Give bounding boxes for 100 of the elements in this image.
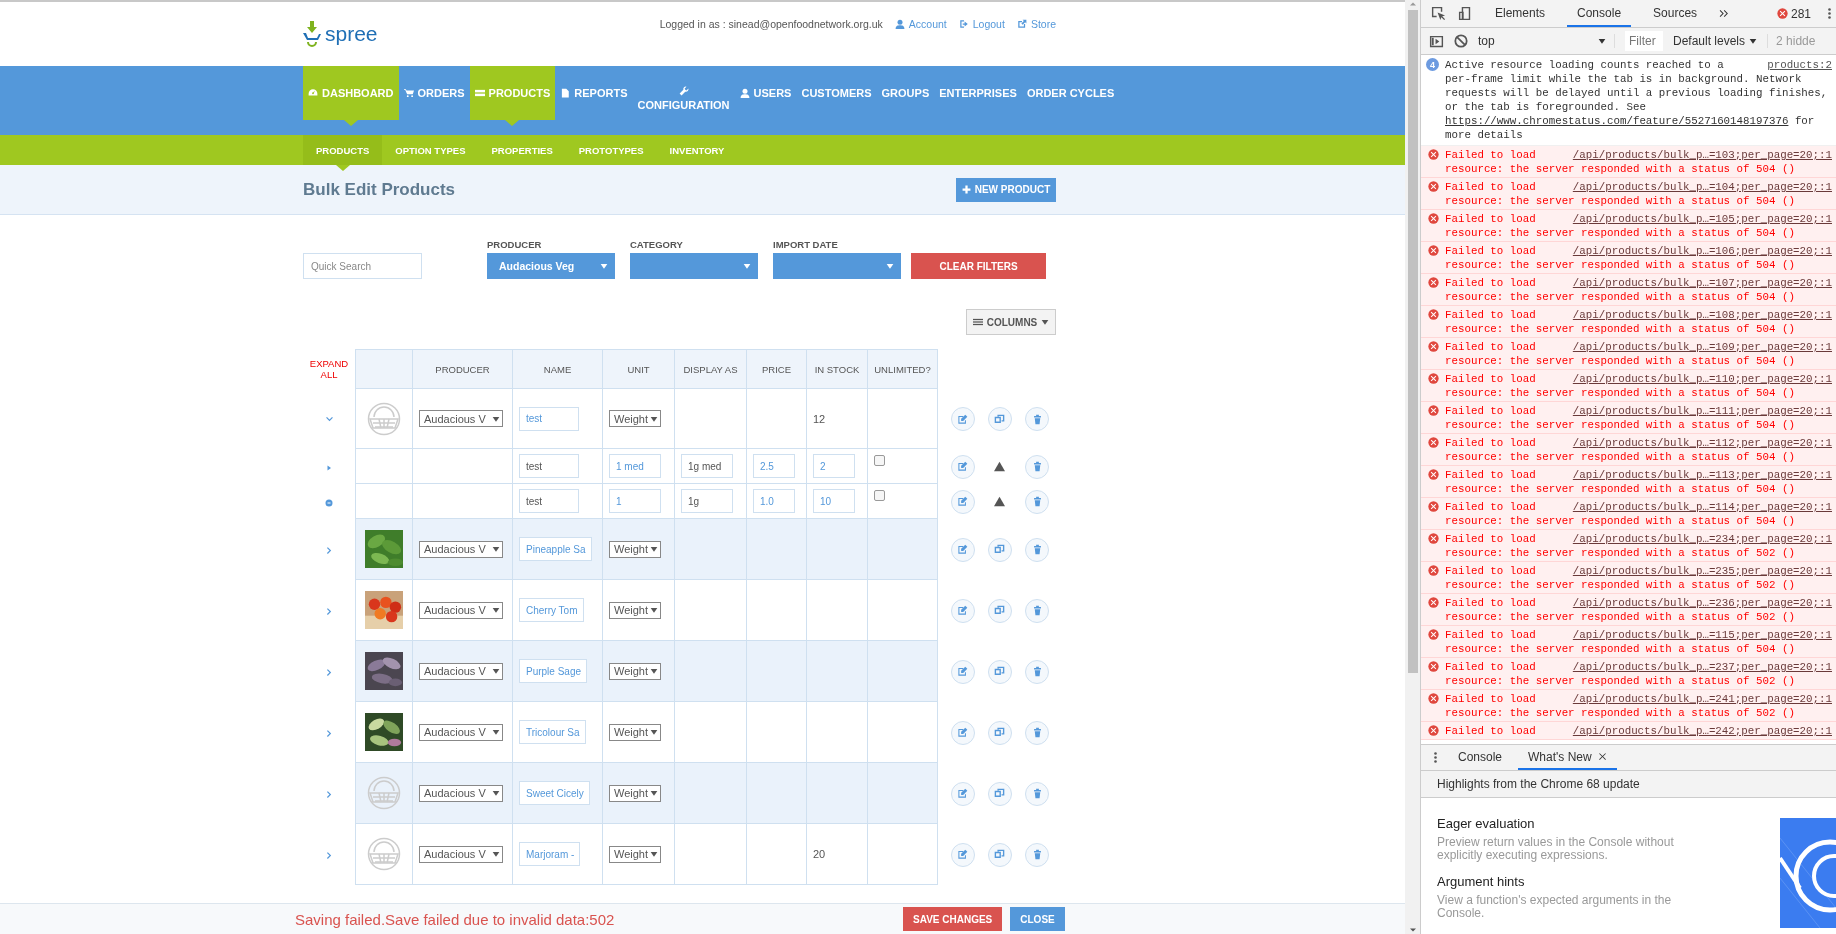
table-cell	[807, 641, 868, 702]
source-link[interactable]: /api/products/bulk_p…=108;per_page=20;:1	[1572, 308, 1832, 322]
unit-select[interactable]: Weight	[609, 662, 662, 680]
clone-button[interactable]	[988, 537, 1012, 562]
source-link[interactable]: /api/products/bulk_p…=105;per_page=20;:1	[1572, 212, 1832, 226]
delete-button[interactable]	[1025, 720, 1050, 745]
source-link[interactable]: /api/products/bulk_p…=109;per_page=20;:1	[1572, 340, 1832, 354]
source-link[interactable]: /api/products/bulk_p…=115;per_page=20;:1	[1572, 628, 1832, 642]
trash-icon	[1031, 849, 1043, 860]
source-link[interactable]: /api/products/bulk_p…=103;per_page=20;:1	[1572, 148, 1832, 162]
close-icon	[1597, 752, 1607, 761]
save-changes-button[interactable]: SAVE CHANGES	[903, 907, 1003, 931]
error-count[interactable]: 281	[1776, 6, 1811, 21]
logo-text: spree	[325, 22, 378, 46]
display-as-field[interactable]: 1g med	[681, 454, 733, 478]
clone-button[interactable]	[988, 720, 1012, 745]
devtools-tab[interactable]: Elements	[1485, 0, 1556, 27]
delete-button[interactable]	[1025, 537, 1050, 562]
unlimited-checkbox[interactable]	[874, 454, 885, 466]
clone-button[interactable]	[988, 781, 1012, 806]
edit-icon	[957, 544, 969, 555]
source-link[interactable]: /api/products/bulk_p…=106;per_page=20;:1	[1572, 244, 1832, 258]
producer-select[interactable]: Audacious V	[419, 662, 503, 680]
search-field[interactable]: Quick Search	[303, 253, 422, 279]
producer-select[interactable]: Audacious V	[419, 845, 503, 863]
delete-button[interactable]	[1025, 454, 1050, 479]
delete-button[interactable]	[1025, 407, 1050, 431]
devtools-tab[interactable]: Sources	[1643, 0, 1708, 27]
producer-select[interactable]: Audacious V	[419, 410, 503, 427]
unit-select[interactable]: Weight	[609, 410, 662, 427]
caret-icon	[650, 414, 659, 423]
edit-button[interactable]	[950, 407, 975, 431]
error-icon	[1428, 373, 1439, 384]
source-link[interactable]: /api/products/bulk_p…=242;per_page=20;:1	[1572, 724, 1832, 738]
unit-select[interactable]: Weight	[609, 601, 662, 619]
source-link[interactable]: /api/products/bulk_p…=111;per_page=20;:1	[1572, 404, 1832, 418]
clone-button[interactable]	[988, 842, 1012, 867]
clone-button[interactable]	[988, 659, 1012, 684]
columns-button[interactable]: COLUMNS	[966, 309, 1056, 335]
source-link[interactable]: /api/products/bulk_p…=113;per_page=20;:1	[1572, 468, 1832, 482]
context-select[interactable]: top	[1478, 34, 1615, 48]
edit-button[interactable]	[950, 489, 975, 514]
delete-button[interactable]	[1025, 598, 1050, 623]
producer-select[interactable]: Audacious V	[419, 723, 503, 741]
delete-button[interactable]	[1025, 659, 1050, 684]
drawer-tab[interactable]: Console	[1448, 745, 1513, 770]
unit-select[interactable]: Weight	[609, 540, 662, 558]
error-icon	[1428, 565, 1439, 576]
source-link[interactable]: /api/products/bulk_p…=237;per_page=20;:1	[1572, 660, 1832, 674]
unit-select[interactable]: Weight	[609, 845, 662, 863]
clear-filters-button[interactable]: CLEAR FILTERS	[911, 253, 1046, 279]
source-link[interactable]: /api/products/bulk_p…=114;per_page=20;:1	[1572, 500, 1832, 514]
console-message: Failed to load	[1445, 532, 1536, 546]
console-message: resource: the server responded with a status of 502 ()	[1445, 546, 1796, 560]
unlimited-checkbox[interactable]	[874, 489, 885, 501]
error-icon	[1428, 661, 1439, 672]
edit-button[interactable]	[950, 842, 975, 867]
source-link[interactable]: /api/products/bulk_p…=234;per_page=20;:1	[1572, 532, 1832, 546]
delete-button[interactable]	[1025, 489, 1050, 514]
delete-button[interactable]	[1025, 781, 1050, 806]
producer-select[interactable]: Audacious V	[419, 540, 503, 558]
levels-dropdown[interactable]: Default levels	[1673, 34, 1758, 48]
source-link[interactable]: /api/products/bulk_p…=107;per_page=20;:1	[1572, 276, 1832, 290]
more-tabs-icon	[1719, 8, 1731, 19]
clone-icon	[994, 605, 1006, 616]
source-link[interactable]: /api/products/bulk_p…=236;per_page=20;:1	[1572, 596, 1832, 610]
delete-button[interactable]	[1025, 842, 1050, 867]
clone-icon	[994, 544, 1006, 555]
edit-button[interactable]	[950, 454, 975, 479]
edit-button[interactable]	[950, 598, 975, 623]
url-link[interactable]: https://www.chromestatus.com/feature/5527160148197376	[1445, 115, 1789, 127]
source-link[interactable]: products:2	[1767, 58, 1832, 72]
unit-select[interactable]: Weight	[609, 723, 662, 741]
clone-icon	[994, 849, 1006, 860]
edit-button[interactable]	[950, 537, 975, 562]
source-link[interactable]: /api/products/bulk_p…=241;per_page=20;:1	[1572, 692, 1832, 706]
console-message: Failed to load	[1445, 404, 1536, 418]
edit-button[interactable]	[950, 720, 975, 745]
name-field[interactable]: test	[519, 454, 579, 478]
console-message: Failed to load	[1445, 372, 1536, 386]
filter-field[interactable]: Filter	[1625, 31, 1663, 51]
source-link[interactable]: /api/products/bulk_p…=104;per_page=20;:1	[1572, 180, 1832, 194]
producer-select[interactable]: Audacious V	[419, 601, 503, 619]
name-field[interactable]: test	[519, 489, 579, 513]
error-icon	[1428, 597, 1439, 608]
source-link[interactable]: /api/products/bulk_p…=112;per_page=20;:1	[1572, 436, 1832, 450]
clone-button[interactable]	[988, 598, 1012, 623]
console-message: Failed to load	[1445, 596, 1536, 610]
unit-select[interactable]: Weight	[609, 784, 662, 802]
expand-all-link[interactable]: EXPAND ALL	[309, 358, 349, 380]
clone-button[interactable]	[988, 407, 1012, 431]
edit-button[interactable]	[950, 659, 975, 684]
edit-button[interactable]	[950, 781, 975, 806]
source-link[interactable]: /api/products/bulk_p…=235;per_page=20;:1	[1572, 564, 1832, 578]
error-icon	[1428, 725, 1439, 736]
table-cell	[747, 763, 807, 824]
scrollbar-thumb[interactable]	[1407, 10, 1418, 673]
source-link[interactable]: /api/products/bulk_p…=110;per_page=20;:1	[1572, 372, 1832, 386]
producer-select[interactable]: Audacious V	[419, 784, 503, 802]
display-as-field[interactable]: 1g	[681, 489, 733, 513]
